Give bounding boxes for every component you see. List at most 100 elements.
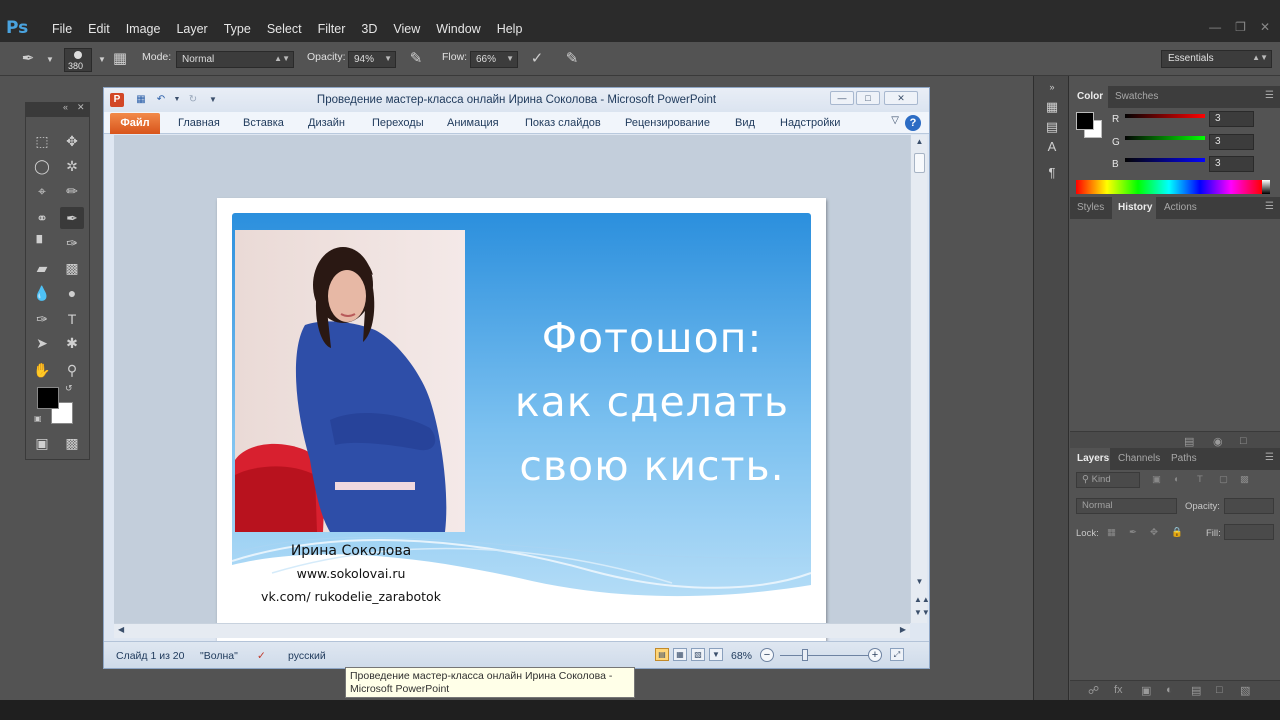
reading-view-icon[interactable]: ▧ bbox=[691, 648, 705, 661]
quick-mask-icon[interactable]: ▣ bbox=[30, 432, 54, 454]
menu-edit[interactable]: Edit bbox=[80, 22, 118, 36]
previous-slide-icon[interactable]: ▲▲ bbox=[914, 595, 930, 604]
scroll-left-icon[interactable]: ◀ bbox=[118, 625, 124, 634]
filter-adjustment-icon[interactable]: ◐ bbox=[1174, 474, 1180, 485]
filter-shape-icon[interactable]: ▢ bbox=[1219, 474, 1228, 485]
color-foreground-swatch[interactable] bbox=[1076, 112, 1094, 130]
quick-selection-tool-icon[interactable]: ✲ bbox=[60, 155, 84, 177]
zoom-level[interactable]: 68% bbox=[731, 650, 752, 662]
tab-swatches[interactable]: Swatches bbox=[1115, 91, 1158, 102]
slide[interactable]: Фотошоп: как сделать свою кисть. Ирина С… bbox=[217, 198, 826, 655]
panel-menu-icon[interactable]: ☰ bbox=[1265, 201, 1274, 212]
slideshow-view-icon[interactable]: ▼ bbox=[709, 648, 723, 661]
tablet-pressure-size-icon[interactable]: ✎ bbox=[562, 49, 582, 69]
toolbar-header[interactable]: « ✕ bbox=[25, 102, 90, 116]
foreground-color-swatch-top[interactable] bbox=[37, 387, 59, 409]
restore-icon[interactable]: ❐ bbox=[1235, 20, 1246, 34]
tab-color[interactable]: Color bbox=[1077, 91, 1103, 102]
scroll-up-icon[interactable]: ▲ bbox=[914, 137, 925, 146]
close-icon[interactable]: ✕ bbox=[1260, 20, 1270, 34]
hand-tool-icon[interactable]: ✋ bbox=[30, 359, 54, 381]
tab-styles[interactable]: Styles bbox=[1077, 202, 1104, 213]
menu-image[interactable]: Image bbox=[118, 22, 169, 36]
scroll-down-icon[interactable]: ▼ bbox=[914, 577, 925, 586]
chevron-down-icon[interactable]: ▼ bbox=[506, 54, 514, 63]
layers-list[interactable] bbox=[1070, 546, 1280, 680]
menu-3d[interactable]: 3D bbox=[353, 22, 385, 36]
scrollbar-thumb[interactable] bbox=[914, 153, 925, 173]
minimize-icon[interactable]: — bbox=[1209, 20, 1221, 34]
custom-shape-tool-icon[interactable]: ✱ bbox=[60, 332, 84, 354]
link-layers-icon[interactable]: ☍ bbox=[1088, 684, 1099, 697]
eyedropper-tool-icon[interactable]: ✏ bbox=[60, 180, 84, 202]
marquee-tool-icon[interactable]: ⬚ bbox=[30, 130, 54, 152]
zoom-in-button[interactable]: + bbox=[868, 648, 882, 662]
zoom-out-button[interactable]: − bbox=[760, 648, 774, 662]
slide-counter[interactable]: Слайд 1 из 20 bbox=[116, 650, 185, 662]
menu-type[interactable]: Type bbox=[216, 22, 259, 36]
layer-blend-mode[interactable]: Normal bbox=[1076, 498, 1177, 514]
grayscale-ramp[interactable] bbox=[1262, 180, 1270, 194]
brush-tool-icon[interactable]: ✒ bbox=[60, 207, 84, 229]
history-brush-tool-icon[interactable]: ✑ bbox=[60, 232, 84, 254]
trash-icon[interactable]: □ bbox=[1240, 435, 1247, 447]
tablet-pressure-opacity-icon[interactable]: ✎ bbox=[406, 49, 426, 69]
chevron-down-icon[interactable]: ▼ bbox=[384, 54, 392, 63]
lock-transparent-icon[interactable]: ▦ bbox=[1107, 527, 1116, 538]
tab-slideshow[interactable]: Показ слайдов bbox=[525, 117, 601, 129]
minimize-button[interactable]: — bbox=[830, 91, 854, 105]
type-tool-icon[interactable]: T bbox=[60, 308, 84, 330]
tab-animations[interactable]: Анимация bbox=[447, 117, 499, 129]
menu-help[interactable]: Help bbox=[489, 22, 531, 36]
blur-tool-icon[interactable]: 💧 bbox=[30, 282, 54, 304]
move-tool-icon[interactable]: ✥ bbox=[60, 130, 84, 152]
menu-view[interactable]: View bbox=[385, 22, 428, 36]
tab-view[interactable]: Вид bbox=[735, 117, 755, 129]
chevron-down-icon[interactable]: ▼ bbox=[92, 55, 112, 75]
layer-fill-field[interactable] bbox=[1224, 524, 1274, 540]
default-colors-icon[interactable]: ▣ bbox=[34, 414, 42, 423]
filter-type-icon[interactable]: T bbox=[1197, 474, 1203, 485]
snapshot-icon[interactable]: ◉ bbox=[1213, 435, 1223, 448]
tab-design[interactable]: Дизайн bbox=[308, 117, 345, 129]
close-icon[interactable]: ✕ bbox=[77, 102, 85, 113]
slide-author-block[interactable]: Ирина Соколова www.sokolovai.ru vk.com/ … bbox=[237, 540, 465, 608]
tab-file[interactable]: Файл bbox=[110, 113, 160, 134]
close-button[interactable]: ✕ bbox=[884, 91, 918, 105]
new-layer-icon[interactable]: □ bbox=[1216, 684, 1223, 696]
zoom-slider[interactable] bbox=[780, 655, 872, 656]
menu-layer[interactable]: Layer bbox=[168, 22, 215, 36]
next-slide-icon[interactable]: ▼▼ bbox=[914, 608, 930, 617]
properties-panel-icon[interactable]: ▤ bbox=[1043, 118, 1061, 136]
layer-filter-kind[interactable]: ⚲ Kind bbox=[1076, 472, 1140, 488]
panel-menu-icon[interactable]: ☰ bbox=[1265, 452, 1274, 463]
powerpoint-titlebar[interactable]: P ▦ ↶ ▼ ↻ ▼ Проведение мастер-класса онл… bbox=[104, 88, 929, 112]
crop-tool-icon[interactable]: ⌖ bbox=[30, 180, 54, 202]
clone-stamp-tool-icon[interactable]: ▘ bbox=[30, 232, 54, 254]
tab-actions[interactable]: Actions bbox=[1164, 202, 1197, 213]
menu-window[interactable]: Window bbox=[428, 22, 488, 36]
history-panel-icon[interactable]: ▦ bbox=[1043, 98, 1061, 116]
tab-addins[interactable]: Надстройки bbox=[780, 117, 840, 129]
tab-layers[interactable]: Layers bbox=[1077, 453, 1109, 464]
zoom-tool-icon[interactable]: ⚲ bbox=[60, 359, 84, 381]
normal-view-icon[interactable]: ▤ bbox=[655, 648, 669, 661]
filter-smart-object-icon[interactable]: ▩ bbox=[1240, 474, 1249, 485]
brush-tool-preset-icon[interactable]: ✒ bbox=[18, 49, 38, 69]
color-spectrum-bar[interactable] bbox=[1076, 180, 1262, 194]
blue-value[interactable]: 3 bbox=[1209, 156, 1254, 172]
tab-home[interactable]: Главная bbox=[178, 117, 220, 129]
collapse-icon[interactable]: » bbox=[1043, 78, 1061, 96]
tab-history[interactable]: History bbox=[1118, 202, 1152, 213]
author-photo[interactable] bbox=[235, 230, 465, 532]
theme-name[interactable]: "Волна" bbox=[200, 650, 238, 662]
maximize-button[interactable]: □ bbox=[856, 91, 880, 105]
trash-icon[interactable]: ▧ bbox=[1240, 684, 1250, 697]
swap-colors-icon[interactable]: ↺ bbox=[65, 383, 73, 394]
filter-pixel-icon[interactable]: ▣ bbox=[1152, 474, 1161, 485]
green-value[interactable]: 3 bbox=[1209, 134, 1254, 150]
blue-slider[interactable] bbox=[1125, 158, 1205, 162]
dodge-tool-icon[interactable]: ● bbox=[60, 282, 84, 304]
lasso-tool-icon[interactable]: ◯ bbox=[30, 155, 54, 177]
menu-select[interactable]: Select bbox=[259, 22, 310, 36]
